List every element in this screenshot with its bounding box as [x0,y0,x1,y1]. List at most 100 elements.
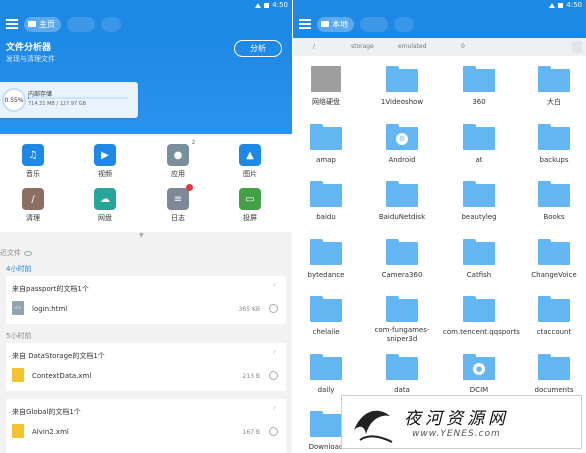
battery-icon [264,2,270,8]
gear-icon: ⚙ [396,132,408,145]
folder-item[interactable]: at [443,116,515,172]
top-bar: 主页 [0,10,292,38]
folder-item[interactable]: BaiduNetdisk [366,173,438,229]
breadcrumb-item[interactable]: storage [351,43,374,50]
screenshot-root: 4:50 主页 文件分析器 发现与清理文件 分析 0.55% 内部存储 714.… [0,0,586,453]
eye-icon[interactable] [24,250,32,256]
category-cast[interactable]: ▭ 投屏 [225,188,275,232]
folder-item[interactable]: 网络硬盘 [293,58,362,114]
folder-item[interactable]: ● DCIM [443,346,515,402]
chevron-right-icon: › [272,280,276,289]
category-apps[interactable]: ● 2 应用 [153,140,203,188]
file-name: ContextData.xml [32,372,92,380]
folder-icon [538,66,570,92]
cloud-icon: ☁ [94,188,116,210]
select-checkbox[interactable] [269,427,278,436]
tab-placeholder[interactable] [67,16,95,32]
folder-item[interactable]: baidu [293,173,362,229]
analyzer-hero: 文件分析器 发现与清理文件 分析 0.55% 内部存储 714.31 MB / … [0,38,292,134]
file-source: 来自Global的文档1个 [12,408,81,416]
folder-item[interactable]: Camera360 [366,231,438,287]
folder-item[interactable]: com-fungames-sniper3d [366,288,438,344]
category-label: 日志 [171,214,185,222]
folder-icon [538,296,570,322]
watermark-url: www.YENES.com [412,429,501,439]
analyze-button[interactable]: 分析 [234,40,282,57]
tab-placeholder[interactable] [360,16,388,32]
folder-item[interactable]: documents [518,346,586,402]
folder-label: DCIM [469,385,489,394]
video-play-icon: ▶ [94,144,116,166]
folder-item[interactable]: backups [518,116,586,172]
tab-placeholder-2[interactable] [394,16,414,32]
watermark-text: 夜河资源网 [404,409,509,429]
folder-item[interactable]: data [366,346,438,402]
local-files-panel: 4:50 本地 / storage emulated 0 网络硬盘 1Videos… [293,0,586,453]
breadcrumb-item[interactable]: 0 [461,43,465,50]
category-music[interactable]: ♫ 音乐 [8,144,58,188]
folder-label: ctaccount [536,328,572,336]
folder-item[interactable]: amap [293,116,362,172]
file-size: 365 KB [238,306,260,313]
folder-item[interactable]: ChangeVoice [518,231,586,287]
folder-item[interactable]: 360 [443,58,515,114]
chevron-right-icon: › [272,347,276,356]
folder-item[interactable]: ctaccount [518,288,586,344]
tab-local[interactable]: 本地 [317,16,354,32]
category-video[interactable]: ▶ 视频 [80,144,130,188]
folder-label: 网络硬盘 [312,98,340,106]
folder-icon [386,353,418,380]
folder-item[interactable]: com.tencent.qqsports [443,288,520,344]
folder-item[interactable]: bytedance [293,231,362,287]
tab-local-label: 本地 [332,19,348,29]
category-label: 图片 [243,170,257,178]
folder-icon [463,66,495,92]
recent-file-card[interactable]: 来自Global的文档1个 › Alvin2.xml 167 B [6,399,286,453]
status-time: 4:50 [566,1,582,9]
recent-file-card[interactable]: 来自passport的文档1个 › <> login.html 365 KB [6,276,286,324]
select-checkbox[interactable] [269,304,278,313]
tab-home[interactable]: 主页 [24,16,61,32]
breadcrumb-item[interactable]: / [313,43,315,50]
folder-item[interactable]: 大白 [518,58,586,114]
html-file-icon: <> [12,301,24,315]
folder-item[interactable]: Catfish [443,231,515,287]
folder-icon [310,411,342,437]
folder-icon: ⚙ [386,123,418,150]
internal-storage-card[interactable]: 0.55% 内部存储 714.31 MB / 127.97 GB [0,82,138,118]
category-log[interactable]: ≡ 日志 [153,184,203,232]
storage-usage-fill [28,97,29,99]
menu-icon[interactable] [6,19,18,29]
select-checkbox[interactable] [269,371,278,380]
category-label: 投屏 [243,214,257,222]
folder-label: BaiduNetdisk [378,213,426,221]
category-netdisk[interactable]: ☁ 网盘 [80,188,130,232]
category-clean[interactable]: / 清理 [8,188,58,232]
category-label: 应用 [171,170,185,178]
folder-item[interactable]: Books [518,173,586,229]
status-bar: 4:50 [0,0,292,10]
status-time: 4:50 [272,1,288,9]
expand-chevron-icon[interactable]: ▼ [139,232,144,239]
folder-label: Android [388,155,416,164]
folder-icon [463,123,495,150]
android-robot-icon: ● 2 [167,140,195,166]
folder-label: backups [539,155,569,164]
category-pictures[interactable]: ▲ 图片 [225,144,275,188]
music-note-icon: ♫ [22,144,44,166]
breadcrumb-item[interactable]: emulated [398,43,427,50]
menu-icon[interactable] [299,19,311,29]
folder-item[interactable]: 1Videoshow [366,58,438,114]
tab-placeholder-2[interactable] [101,16,121,32]
folder-item[interactable]: daily [293,346,362,402]
folder-item[interactable]: chelaile [293,288,362,344]
ornament-icon [354,410,393,443]
storage-ring: 0.55% [2,88,26,112]
folder-item[interactable]: ⚙ Android [366,116,438,172]
folder-label: beautyleg [461,213,497,221]
picture-icon: ▲ [239,144,261,166]
view-menu-icon[interactable] [572,41,582,53]
recent-file-card[interactable]: 来自 DataStorage的文档1个 › ContextData.xml 21… [6,343,286,391]
folder-label: at [475,155,483,164]
folder-item[interactable]: beautyleg [443,173,515,229]
